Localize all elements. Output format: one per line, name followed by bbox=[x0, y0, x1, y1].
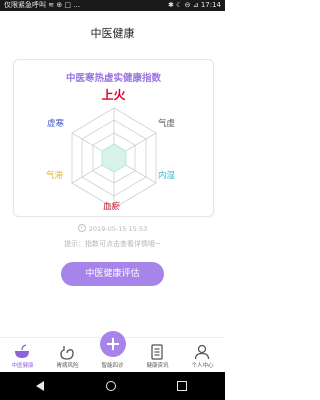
hint-text: 提示：指数可点击查看详情哦~ bbox=[64, 240, 161, 248]
bowl-icon bbox=[15, 344, 29, 358]
record-date: 2019-05-15 15:53 bbox=[0, 224, 225, 233]
label-neishi[interactable]: 内湿 bbox=[158, 169, 175, 181]
tab-label: 智能四诊 bbox=[101, 363, 124, 369]
tab-tcm-health[interactable]: 中医健康 bbox=[0, 338, 45, 373]
status-right: ✱ ☾ ⊖ ⊿ 17:14 bbox=[168, 1, 221, 9]
radar-chart[interactable] bbox=[14, 60, 213, 216]
plus-icon[interactable] bbox=[100, 331, 126, 357]
evaluate-button[interactable]: 中医健康评估 bbox=[61, 262, 164, 286]
tab-label: 中医健康 bbox=[11, 363, 34, 369]
tab-personal-center[interactable]: 个人中心 bbox=[180, 338, 225, 373]
clock-icon bbox=[77, 224, 86, 232]
tab-health-news[interactable]: 健康资讯 bbox=[135, 338, 180, 373]
stomach-icon bbox=[60, 346, 74, 360]
status-bar: 仅限紧急呼叫 ≋ ⊕ □ … ✱ ☾ ⊖ ⊿ 17:14 bbox=[0, 0, 225, 11]
label-qizhi[interactable]: 气滞 bbox=[46, 169, 63, 181]
tab-stomach-risk[interactable]: 胃病风险 bbox=[45, 338, 90, 373]
tab-label: 胃病风险 bbox=[56, 363, 79, 369]
android-nav-bar bbox=[0, 372, 225, 400]
health-index-card[interactable]: 中医寒热虚实健康指数 上火 虚寒 气虚 气滞 内湿 血瘀 bbox=[13, 59, 214, 217]
news-icon bbox=[151, 344, 163, 360]
tab-label: 健康资讯 bbox=[146, 363, 169, 369]
back-icon[interactable] bbox=[36, 381, 44, 391]
label-qixu[interactable]: 气虚 bbox=[158, 117, 175, 129]
radar-value-area bbox=[101, 143, 127, 173]
tab-label: 个人中心 bbox=[191, 363, 214, 369]
label-xueyu[interactable]: 血瘀 bbox=[103, 200, 120, 212]
home-icon[interactable] bbox=[106, 381, 116, 391]
page-title: 中医健康 bbox=[90, 27, 135, 40]
status-left: 仅限紧急呼叫 ≋ ⊕ □ … bbox=[4, 1, 81, 9]
person-icon bbox=[194, 344, 210, 360]
label-xuhan[interactable]: 虚寒 bbox=[47, 117, 64, 129]
record-date-text: 2019-05-15 15:53 bbox=[88, 225, 148, 233]
recent-apps-icon[interactable] bbox=[177, 381, 187, 391]
title-bar: 中医健康 bbox=[0, 11, 225, 51]
